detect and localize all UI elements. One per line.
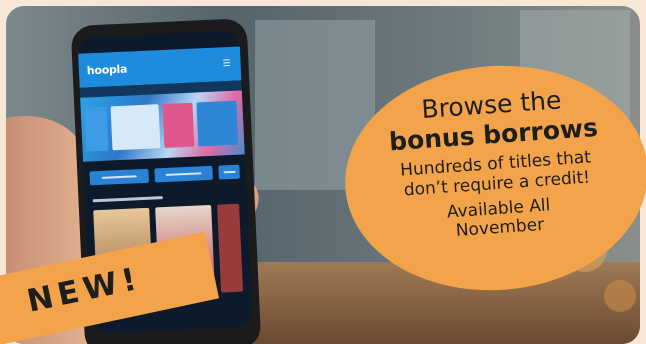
tab-item[interactable] bbox=[218, 164, 240, 180]
book-cover[interactable] bbox=[217, 203, 244, 293]
promo-banner: hoopla ☰ Browse the bonus borrows Hundre… bbox=[0, 0, 646, 344]
featured-carousel[interactable] bbox=[80, 90, 245, 162]
menu-icon[interactable]: ☰ bbox=[222, 59, 231, 69]
section-heading bbox=[92, 196, 163, 203]
featured-tile[interactable] bbox=[162, 102, 195, 148]
bokeh-light-2 bbox=[604, 280, 636, 312]
featured-tile[interactable] bbox=[196, 100, 239, 147]
tab-item[interactable] bbox=[154, 165, 214, 183]
tab-item[interactable] bbox=[89, 168, 149, 186]
featured-tile[interactable] bbox=[110, 104, 161, 151]
featured-tile[interactable] bbox=[84, 106, 109, 152]
app-logo: hoopla bbox=[86, 62, 128, 77]
new-badge-label: NEW! bbox=[23, 260, 145, 320]
